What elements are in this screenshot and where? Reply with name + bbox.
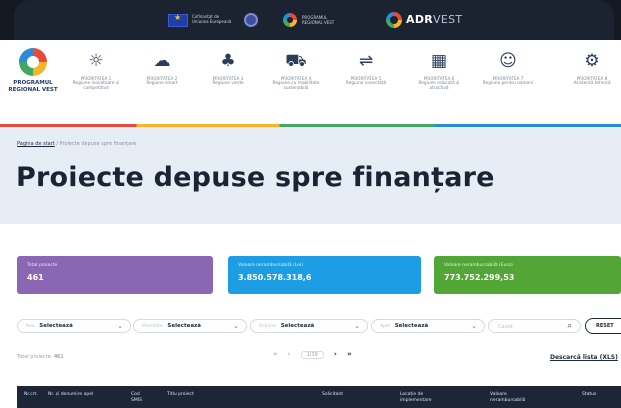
education-board-icon: ▦ — [430, 51, 448, 71]
filter-axis-select[interactable]: Axa Selectează ⌄ — [17, 319, 131, 333]
chevron-down-icon: ⌄ — [117, 322, 123, 330]
priority-subtitle: Regiune cu mobilitate sustenabilă — [272, 81, 320, 92]
stat-label: Total proiecte — [27, 263, 58, 268]
priority-6-link[interactable]: ▦ PRIORITATEA 6 Regiune educată și atrac… — [410, 52, 468, 92]
breadcrumb: Pagina de start / Proiecte depuse spre f… — [17, 141, 136, 147]
bus-icon: ⛟ — [285, 51, 307, 71]
column-header[interactable]: Valoare nerambursabilă — [490, 392, 536, 403]
priority-2-link[interactable]: ☁ PRIORITATEA 2 Regiune smart — [133, 52, 191, 86]
filter-label: Axa — [26, 324, 35, 329]
priority-subtitle: Regiune pentru oameni — [482, 81, 534, 86]
current-page-indicator[interactable]: 1/39 — [300, 351, 324, 359]
stat-label: Valoare nerambursabilă (Lei) — [238, 263, 303, 268]
priority-1-link[interactable]: ☼ PRIORITATEA 1 Regiune inovatoare și co… — [67, 52, 125, 92]
download-list-link[interactable]: Descarcă lista (XLS) — [550, 354, 618, 361]
reset-button[interactable]: RESET — [585, 318, 621, 334]
filter-value: Selectează — [39, 323, 73, 329]
filter-label: Apel — [380, 324, 390, 329]
priority-8-link[interactable]: ⚙ PRIORITATEA 8 Asistență tehnică — [563, 52, 621, 86]
prev-page-button[interactable]: ‹ — [288, 350, 291, 358]
eu-cofinancing-text: Cofinanțat de Uniunea Europeană — [192, 14, 232, 24]
first-page-button[interactable]: « — [273, 350, 277, 358]
eu-flag-icon — [168, 13, 188, 27]
priority-5-link[interactable]: ⇌ PRIORITATEA 5 Regiune conectată — [337, 52, 395, 86]
column-header[interactable]: Cod SMIS — [131, 392, 151, 403]
total-projects-count: Total proiecte: 461 — [17, 354, 64, 360]
government-emblem-icon — [244, 13, 258, 27]
search-input[interactable]: Caută ⌕ — [488, 319, 581, 333]
breadcrumb-home-link[interactable]: Pagina de start — [17, 141, 55, 147]
filter-value: Selectează — [280, 323, 315, 329]
stat-value: 3.850.578.318,6 — [238, 273, 312, 282]
stat-card-value-euro: Valoare nerambursabilă (Euro) 773.752.29… — [434, 256, 621, 294]
program-name: PROGRAMUL REGIONAL VEST — [8, 80, 58, 93]
pagination: « ‹ 1/39 › » — [273, 350, 360, 359]
adr-logo-rest: VEST — [433, 13, 463, 26]
priority-7-link[interactable]: ☺ PRIORITATEA 7 Regiune pentru oameni — [479, 52, 537, 86]
green-leaf-icon: ♣ — [220, 51, 236, 71]
breadcrumb-current: Proiecte depuse spre finanțare — [59, 141, 137, 147]
stat-card-value-lei: Valoare nerambursabilă (Lei) 3.850.578.3… — [228, 256, 421, 294]
stat-card-total-projects: Total proiecte 461 — [17, 256, 213, 294]
adr-logo-bold: ADR — [406, 13, 434, 26]
priorities-nav: PROGRAMUL REGIONAL VEST ☼ PRIORITATEA 1 … — [0, 40, 621, 126]
total-label: Total proiecte: — [17, 354, 53, 360]
column-header[interactable]: Locație de implementare — [400, 392, 446, 403]
total-value: 461 — [53, 354, 64, 360]
last-page-button[interactable]: » — [347, 350, 352, 358]
priority-subtitle: Regiune verde — [212, 81, 244, 86]
page-title: Proiecte depuse spre finanțare — [16, 162, 495, 193]
priority-4-link[interactable]: ⛟ PRIORITATEA 4 Regiune cu mobilitate su… — [267, 52, 325, 92]
filter-call-select[interactable]: Apel Selectează ⌄ — [371, 319, 485, 333]
priority-subtitle: Asistență tehnică — [573, 81, 611, 86]
stat-value: 773.752.299,53 — [444, 273, 515, 282]
filter-value: Selectează — [394, 323, 429, 329]
column-header[interactable]: Titlu proiect — [167, 392, 194, 398]
technical-assistance-gear-icon: ⚙ — [584, 51, 600, 71]
stat-label: Valoare nerambursabilă (Euro) — [444, 263, 513, 268]
filter-label: Prioritate — [142, 324, 163, 329]
next-page-button[interactable]: › — [334, 350, 337, 358]
adr-vest-logo-icon[interactable] — [386, 12, 402, 28]
projects-table-header: Nr.crt. Nr. și denumire apel Cod SMIS Ti… — [17, 386, 621, 408]
search-placeholder: Caută — [498, 324, 513, 330]
breadcrumb-separator: / — [56, 141, 59, 147]
chevron-down-icon: ⌄ — [471, 322, 477, 330]
column-header[interactable]: Nr.crt. — [24, 392, 38, 398]
stat-value: 461 — [27, 273, 44, 282]
road-connection-icon: ⇌ — [358, 51, 374, 71]
people-icon: ☺ — [499, 51, 517, 71]
priority-subtitle: Regiune conectată — [345, 81, 387, 86]
program-logo-icon — [283, 13, 297, 27]
chevron-down-icon: ⌄ — [233, 322, 239, 330]
filter-action-select[interactable]: Acțiune Selectează ⌄ — [250, 319, 368, 333]
filter-priority-select[interactable]: Prioritate Selectează ⌄ — [133, 319, 247, 333]
adr-vest-logo-text[interactable]: ADRVEST — [406, 13, 462, 26]
priority-subtitle: Regiune educată și atractivă — [418, 81, 460, 92]
filter-label: Acțiune — [259, 324, 276, 329]
top-partner-bar: Cofinanțat de Uniunea Europeană PROGRAMU… — [0, 0, 621, 40]
column-header[interactable]: Nr. și denumire apel — [48, 392, 93, 398]
priority-3-link[interactable]: ♣ PRIORITATEA 3 Regiune verde — [199, 52, 257, 86]
chevron-down-icon: ⌄ — [354, 322, 360, 330]
program-logo-text: PROGRAMUL REGIONAL VEST — [302, 15, 335, 25]
innovation-bulb-icon: ☼ — [88, 51, 104, 71]
search-icon[interactable]: ⌕ — [568, 321, 572, 331]
column-header[interactable]: Status — [582, 392, 596, 398]
program-logo-ring-icon — [19, 48, 47, 76]
column-header[interactable]: Solicitant — [322, 392, 343, 398]
page-header: Pagina de start / Proiecte depuse spre f… — [0, 127, 621, 224]
priority-subtitle: Regiune smart — [146, 81, 178, 86]
priority-subtitle: Regiune inovatoare și competitivă — [72, 81, 120, 92]
program-home-link[interactable]: PROGRAMUL REGIONAL VEST — [3, 48, 63, 93]
filter-value: Selectează — [167, 323, 201, 329]
cloud-icon: ☁ — [153, 51, 171, 71]
